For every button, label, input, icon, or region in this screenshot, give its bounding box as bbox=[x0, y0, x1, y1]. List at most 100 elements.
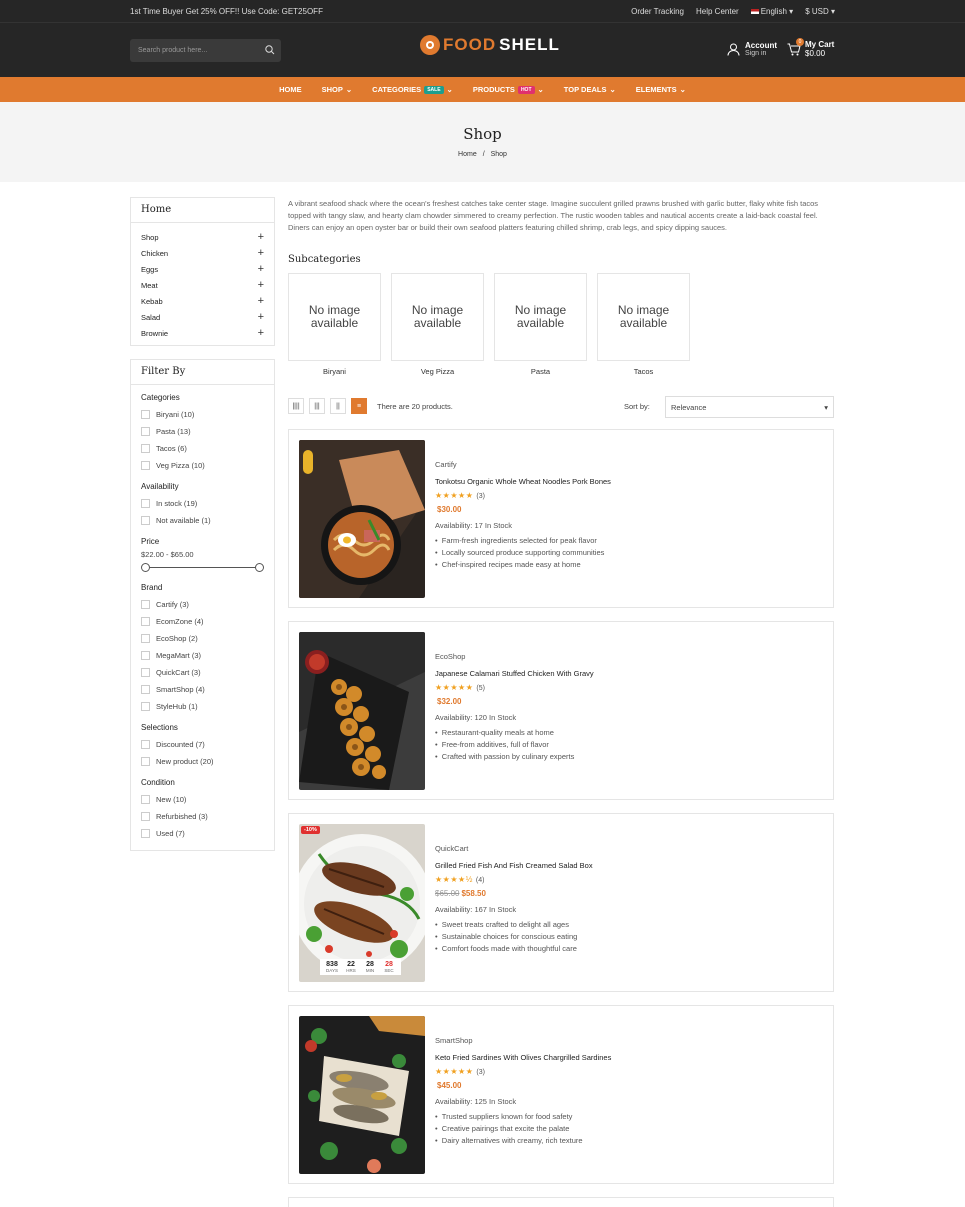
plus-icon[interactable]: + bbox=[258, 247, 264, 259]
filter-option[interactable]: SmartShop (4) bbox=[141, 681, 264, 698]
product-name[interactable]: Keto Fried Sardines With Olives Chargril… bbox=[435, 1053, 611, 1062]
product-image[interactable] bbox=[299, 1016, 425, 1174]
filter-option[interactable]: QuickCart (3) bbox=[141, 664, 264, 681]
nav-home[interactable]: HOME bbox=[279, 85, 302, 94]
filter-option[interactable]: Discounted (7) bbox=[141, 736, 264, 753]
nav-top-deals[interactable]: TOP DEALS ⌄ bbox=[564, 85, 616, 94]
filter-option[interactable]: Tacos (6) bbox=[141, 440, 264, 457]
subcategory-card[interactable]: No image available Pasta bbox=[494, 273, 587, 376]
nav-categories[interactable]: CATEGORIES SALE ⌄ bbox=[372, 85, 453, 94]
sidebar-category-item[interactable]: Brownie + bbox=[141, 325, 264, 341]
checkbox[interactable] bbox=[141, 427, 150, 436]
sidebar-category-item[interactable]: Meat + bbox=[141, 277, 264, 293]
grid-2-view-button[interactable]: || bbox=[330, 398, 346, 414]
checkbox[interactable] bbox=[141, 685, 150, 694]
product-name[interactable]: Tonkotsu Organic Whole Wheat Noodles Por… bbox=[435, 477, 611, 486]
search-input[interactable]: Search product here... bbox=[130, 38, 281, 62]
checkbox[interactable] bbox=[141, 812, 150, 821]
checkbox[interactable] bbox=[141, 444, 150, 453]
language-selector[interactable]: English ▾ bbox=[750, 7, 793, 16]
product-name[interactable]: Grilled Fried Fish And Fish Creamed Sala… bbox=[435, 861, 593, 870]
sidebar-category-item[interactable]: Kebab + bbox=[141, 293, 264, 309]
checkbox[interactable] bbox=[141, 702, 150, 711]
checkbox[interactable] bbox=[141, 461, 150, 470]
sidebar-category-item[interactable]: Eggs + bbox=[141, 261, 264, 277]
cart-button[interactable]: 0 My Cart $0.00 bbox=[787, 38, 834, 58]
checkbox[interactable] bbox=[141, 740, 150, 749]
price-max-handle[interactable] bbox=[255, 563, 264, 572]
filter-option[interactable]: Used (7) bbox=[141, 825, 264, 842]
filter-option[interactable]: EcoShop (2) bbox=[141, 630, 264, 647]
product-image[interactable]: -10% 838 DAYS 22 HRS 28 MIN 28 SEC bbox=[299, 824, 425, 982]
plus-icon[interactable]: + bbox=[258, 327, 264, 339]
checkbox[interactable] bbox=[141, 617, 150, 626]
account-button[interactable]: Account Sign in bbox=[727, 41, 777, 57]
checkbox[interactable] bbox=[141, 516, 150, 525]
filter-option[interactable]: Pasta (13) bbox=[141, 423, 264, 440]
nav-elements[interactable]: ELEMENTS ⌄ bbox=[636, 85, 686, 94]
product-image[interactable] bbox=[299, 440, 425, 598]
product-card[interactable]: -10% 838 DAYS 22 HRS 28 MIN 28 SEC QuickCart Grill… bbox=[288, 813, 834, 992]
checkbox[interactable] bbox=[141, 668, 150, 677]
checkbox[interactable] bbox=[141, 410, 150, 419]
product-brand[interactable]: EcoShop bbox=[435, 652, 594, 661]
sort-select[interactable]: Relevance ▾ bbox=[665, 396, 834, 418]
nav-products[interactable]: PRODUCTS HOT ⌄ bbox=[473, 85, 544, 94]
filter-option[interactable]: In stock (19) bbox=[141, 495, 264, 512]
grid-4-view-button[interactable]: |||| bbox=[288, 398, 304, 414]
subcategory-image[interactable]: No image available bbox=[494, 273, 587, 361]
filter-option[interactable]: Biryani (10) bbox=[141, 406, 264, 423]
product-image[interactable] bbox=[299, 632, 425, 790]
price-slider[interactable] bbox=[141, 561, 264, 575]
list-view-button[interactable]: ≡ bbox=[351, 398, 367, 414]
subcategory-card[interactable]: No image available Tacos bbox=[597, 273, 690, 376]
product-card[interactable]: EcoShop Japanese Calamari Stuffed Chicken… bbox=[288, 621, 834, 800]
checkbox[interactable] bbox=[141, 499, 150, 508]
product-brand[interactable]: SmartShop bbox=[435, 1036, 611, 1045]
filter-option[interactable]: New (10) bbox=[141, 791, 264, 808]
price-min-handle[interactable] bbox=[141, 563, 150, 572]
filter-option[interactable]: EcomZone (4) bbox=[141, 613, 264, 630]
filter-option[interactable]: StyleHub (1) bbox=[141, 698, 264, 715]
plus-icon[interactable]: + bbox=[258, 231, 264, 243]
subcategory-image[interactable]: No image available bbox=[288, 273, 381, 361]
breadcrumb-home[interactable]: Home bbox=[458, 151, 477, 158]
logo[interactable]: FOOD SHELL bbox=[420, 35, 560, 55]
filter-option[interactable]: Not available (1) bbox=[141, 512, 264, 529]
subcategory-card[interactable]: No image available Veg Pizza bbox=[391, 273, 484, 376]
currency-selector[interactable]: $ USD ▾ bbox=[805, 7, 835, 16]
product-card[interactable] bbox=[288, 1197, 834, 1207]
help-center-link[interactable]: Help Center bbox=[696, 7, 739, 16]
checkbox[interactable] bbox=[141, 651, 150, 660]
sidebar-category-item[interactable]: Salad + bbox=[141, 309, 264, 325]
product-card[interactable]: Cartify Tonkotsu Organic Whole Wheat Nood… bbox=[288, 429, 834, 608]
checkbox[interactable] bbox=[141, 829, 150, 838]
filter-option[interactable]: Refurbished (3) bbox=[141, 808, 264, 825]
subcategory-image[interactable]: No image available bbox=[391, 273, 484, 361]
category-box-title[interactable]: Home bbox=[131, 198, 274, 223]
plus-icon[interactable]: + bbox=[258, 263, 264, 275]
plus-icon[interactable]: + bbox=[258, 311, 264, 323]
product-name[interactable]: Japanese Calamari Stuffed Chicken With G… bbox=[435, 669, 594, 678]
checkbox[interactable] bbox=[141, 795, 150, 804]
checkbox[interactable] bbox=[141, 634, 150, 643]
product-card[interactable]: SmartShop Keto Fried Sardines With Olives… bbox=[288, 1005, 834, 1184]
search-icon[interactable] bbox=[265, 45, 275, 55]
checkbox[interactable] bbox=[141, 600, 150, 609]
product-brand[interactable]: QuickCart bbox=[435, 844, 593, 853]
filter-option[interactable]: New product (20) bbox=[141, 753, 264, 770]
plus-icon[interactable]: + bbox=[258, 295, 264, 307]
checkbox[interactable] bbox=[141, 757, 150, 766]
subcategory-image[interactable]: No image available bbox=[597, 273, 690, 361]
filter-option[interactable]: Cartify (3) bbox=[141, 596, 264, 613]
filter-option[interactable]: MegaMart (3) bbox=[141, 647, 264, 664]
product-brand[interactable]: Cartify bbox=[435, 460, 611, 469]
subcategory-card[interactable]: No image available Biryani bbox=[288, 273, 381, 376]
sidebar-category-item[interactable]: Shop + bbox=[141, 229, 264, 245]
grid-3-view-button[interactable]: ||| bbox=[309, 398, 325, 414]
plus-icon[interactable]: + bbox=[258, 279, 264, 291]
order-tracking-link[interactable]: Order Tracking bbox=[631, 7, 684, 16]
nav-shop[interactable]: SHOP ⌄ bbox=[322, 85, 353, 94]
filter-option[interactable]: Veg Pizza (10) bbox=[141, 457, 264, 474]
sidebar-category-item[interactable]: Chicken + bbox=[141, 245, 264, 261]
